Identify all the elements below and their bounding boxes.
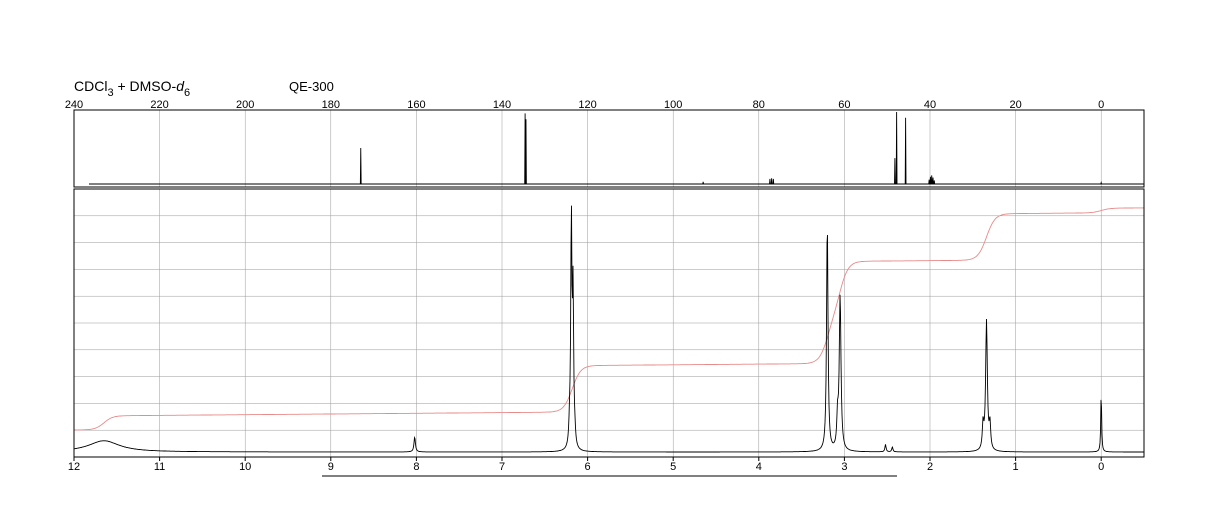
c13-tick-label: 160	[407, 99, 425, 111]
c13-tick-label: 180	[322, 99, 340, 111]
h1-tick-label: 10	[239, 461, 251, 473]
h1-tick-label: 2	[927, 461, 933, 473]
h1-tick-label: 12	[68, 461, 80, 473]
c13-grid	[159, 110, 1102, 187]
c13-tick-labels: 240 220 200 180 160 140 120 100 80 60 40 20 0	[65, 99, 1104, 111]
c13-tick-label: 120	[578, 99, 596, 111]
c13-tick-label: 0	[1098, 99, 1104, 111]
c13-tick-label: 60	[838, 99, 850, 111]
nmr-spectrum-figure: CDCl3 + DMSO-d6 QE-300 240 220 200 180 160 14…	[65, 78, 1145, 477]
h1-tick-label: 11	[154, 461, 165, 473]
h1-tick-label: 7	[499, 461, 505, 473]
c13-tick-label: 20	[1009, 99, 1021, 111]
c13-tick-label: 40	[924, 99, 936, 111]
h1-tick-label: 4	[756, 461, 762, 473]
h1-tick-label: 5	[670, 461, 676, 473]
c13-tick-label: 240	[65, 99, 83, 111]
h1-tick-labels: 12 11 10 9 8 7 6 5 4 3 2 1 0	[68, 457, 1104, 473]
instrument-label: QE-300	[289, 79, 334, 94]
c13-tick-label: 220	[150, 99, 168, 111]
c13-tick-label: 140	[493, 99, 511, 111]
h1-tick-label: 0	[1098, 461, 1104, 473]
c13-tick-label: 80	[753, 99, 765, 111]
h1-tick-label: 9	[328, 461, 334, 473]
h1-tick-label: 6	[585, 461, 591, 473]
h1-integral-curve	[74, 207, 1144, 431]
h1-tick-label: 3	[841, 461, 847, 473]
c13-frame	[73, 109, 1145, 188]
h1-tick-label: 1	[1013, 461, 1019, 473]
c13-tick-label: 100	[664, 99, 682, 111]
h1-tick-label: 8	[413, 461, 419, 473]
c13-panel: 240 220 200 180 160 140 120 100 80 60 40 20 0	[65, 99, 1145, 188]
solvent-label: CDCl3 + DMSO-d6	[74, 78, 190, 99]
c13-tick-label: 200	[236, 99, 254, 111]
c13-spectrum-trace	[88, 111, 1144, 185]
h1-panel: 12 11 10 9 8 7 6 5 4 3 2 1 0	[68, 188, 1145, 473]
